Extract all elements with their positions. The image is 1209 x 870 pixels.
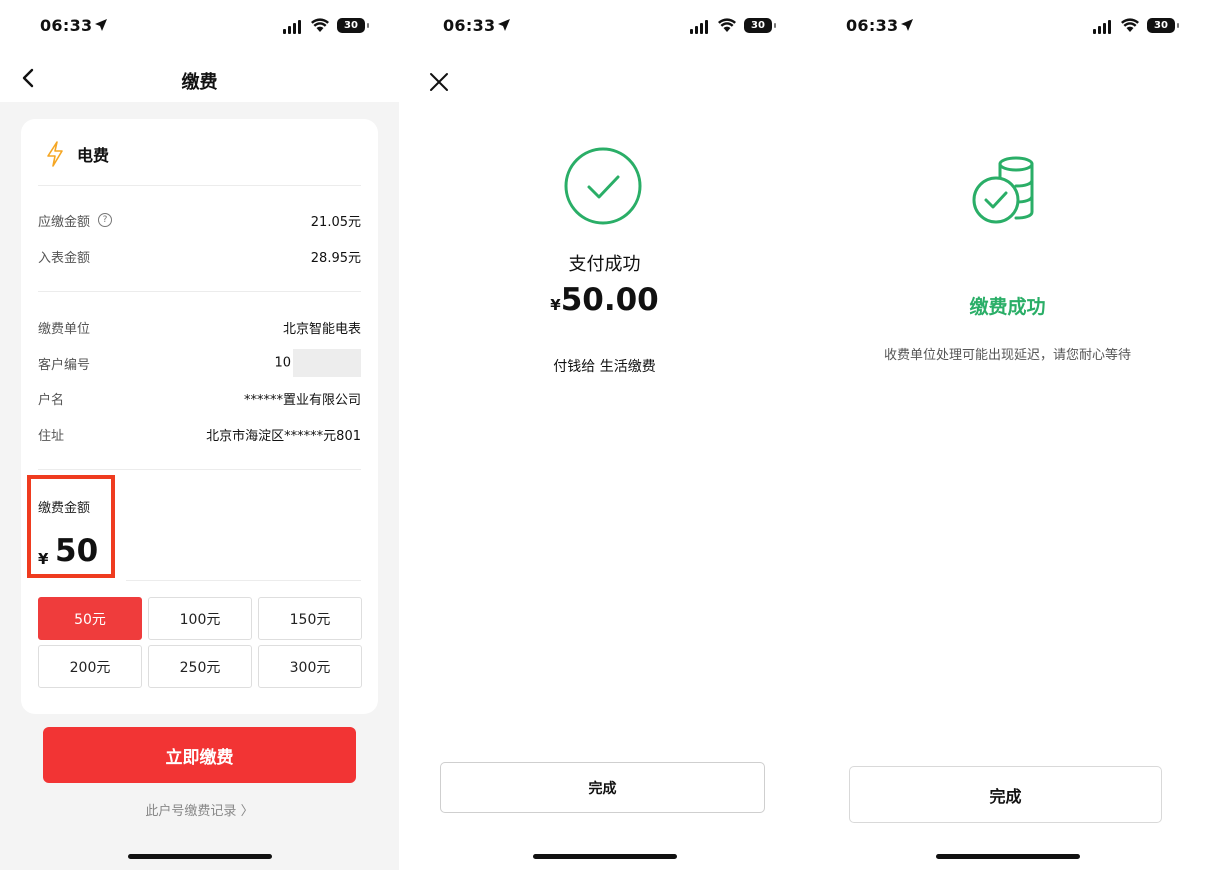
done-button[interactable]: 完成 bbox=[849, 766, 1162, 823]
due-amount-row: 应缴金额? 21.05元 bbox=[38, 209, 361, 231]
processing-delay-notice: 收费单位处理可能出现延迟，请您耐心等待 bbox=[883, 348, 1131, 363]
due-amount-value: 21.05元 bbox=[310, 214, 361, 230]
status-bar: 06:33 30 bbox=[403, 0, 806, 54]
payment-unit-label: 缴费单位 bbox=[38, 321, 91, 337]
payment-record-link[interactable]: 此户号缴费记录 〉 bbox=[0, 800, 399, 819]
nav-bar: 缴费 bbox=[0, 54, 399, 102]
payment-success-title: 支付成功 bbox=[568, 254, 641, 275]
home-indicator bbox=[935, 854, 1080, 859]
paid-amount: ¥50.00 bbox=[403, 282, 806, 318]
meter-amount-label: 入表金额 bbox=[38, 250, 91, 266]
redaction-block bbox=[293, 349, 361, 377]
cellular-signal-icon bbox=[690, 20, 710, 34]
location-arrow-icon bbox=[901, 19, 913, 31]
status-time: 06:33 bbox=[40, 16, 93, 35]
payment-screen: 06:33 30 缴费 电费 应缴金额? 21.05元 入表金额 28.95元 … bbox=[0, 0, 399, 870]
wifi-icon bbox=[718, 18, 736, 32]
amount-chip-100[interactable]: 100元 bbox=[148, 597, 252, 640]
bill-paid-title: 缴费成功 bbox=[969, 296, 1046, 318]
amount-chip-200[interactable]: 200元 bbox=[38, 645, 142, 688]
payment-success-screen: 06:33 30 支付成功 ¥50.00 付钱给 生活缴费 完成 bbox=[403, 0, 806, 870]
bill-header: 电费 bbox=[45, 141, 109, 167]
chevron-right-icon: 〉 bbox=[236, 804, 254, 819]
cellular-signal-icon bbox=[283, 20, 303, 34]
address-label: 住址 bbox=[38, 428, 65, 444]
divider bbox=[38, 291, 361, 292]
page-title: 缴费 bbox=[181, 72, 218, 93]
status-bar: 06:33 30 bbox=[806, 0, 1209, 54]
status-bar: 06:33 30 bbox=[0, 0, 399, 54]
location-arrow-icon bbox=[95, 19, 107, 31]
address-value: 北京市海淀区******元801 bbox=[206, 428, 361, 444]
battery-icon: 30 bbox=[337, 18, 369, 33]
address-row: 住址 北京市海淀区******元801 bbox=[38, 423, 361, 445]
customer-number-value: 10 bbox=[274, 355, 291, 371]
coins-check-icon bbox=[972, 156, 1034, 224]
divider bbox=[126, 580, 361, 581]
payment-unit-row: 缴费单位 北京智能电表 bbox=[38, 316, 361, 338]
customer-number-row: 客户编号 10 bbox=[38, 349, 361, 377]
location-arrow-icon bbox=[498, 19, 510, 31]
pay-now-button[interactable]: 立即缴费 bbox=[43, 727, 356, 783]
divider bbox=[38, 469, 361, 470]
payment-record-text: 此户号缴费记录 bbox=[145, 804, 237, 819]
payment-amount-label: 缴费金额 bbox=[38, 501, 91, 516]
payee-text: 付钱给 生活缴费 bbox=[553, 359, 656, 375]
due-amount-label: 应缴金额 bbox=[38, 214, 91, 230]
account-name-row: 户名 ******置业有限公司 bbox=[38, 387, 361, 409]
cellular-signal-icon bbox=[1093, 20, 1113, 34]
bill-card: 电费 应缴金额? 21.05元 入表金额 28.95元 缴费单位 北京智能电表 … bbox=[21, 119, 378, 714]
amount-chip-300[interactable]: 300元 bbox=[258, 645, 362, 688]
meter-amount-value: 28.95元 bbox=[310, 250, 361, 266]
account-name-value: ******置业有限公司 bbox=[243, 392, 361, 408]
amount-chip-grid: 50元 100元 150元 200元 250元 300元 bbox=[38, 597, 362, 688]
battery-icon: 30 bbox=[744, 18, 776, 33]
amount-chip-250[interactable]: 250元 bbox=[148, 645, 252, 688]
success-check-icon bbox=[564, 147, 642, 225]
currency-symbol: ¥ bbox=[550, 296, 561, 314]
status-time: 06:33 bbox=[846, 16, 899, 35]
paid-amount-value: 50.00 bbox=[560, 282, 659, 318]
payment-amount-value: 50 bbox=[55, 533, 99, 569]
battery-icon: 30 bbox=[1147, 18, 1179, 33]
amount-chip-50[interactable]: 50元 bbox=[38, 597, 142, 640]
done-button[interactable]: 完成 bbox=[440, 762, 765, 813]
status-time: 06:33 bbox=[443, 16, 496, 35]
bill-paid-screen: 06:33 30 缴费成功 收费单位处理可能出现延迟，请您耐心等待 完成 bbox=[806, 0, 1209, 870]
amount-chip-150[interactable]: 150元 bbox=[258, 597, 362, 640]
bill-type: 电费 bbox=[77, 146, 110, 165]
wifi-icon bbox=[311, 18, 329, 32]
wifi-icon bbox=[1121, 18, 1139, 32]
account-name-label: 户名 bbox=[38, 392, 65, 408]
home-indicator bbox=[127, 854, 272, 859]
currency-symbol: ¥ bbox=[38, 550, 49, 568]
payment-amount-field[interactable]: 缴费金额 ¥ 50 bbox=[27, 475, 115, 578]
customer-number-label: 客户编号 bbox=[38, 357, 91, 373]
help-question-icon[interactable]: ? bbox=[98, 213, 113, 227]
lightning-bolt-icon bbox=[47, 141, 63, 167]
home-indicator bbox=[532, 854, 677, 859]
divider bbox=[38, 185, 361, 186]
meter-amount-row: 入表金额 28.95元 bbox=[38, 245, 361, 267]
payment-unit-value: 北京智能电表 bbox=[282, 321, 361, 337]
close-icon[interactable] bbox=[427, 70, 451, 94]
